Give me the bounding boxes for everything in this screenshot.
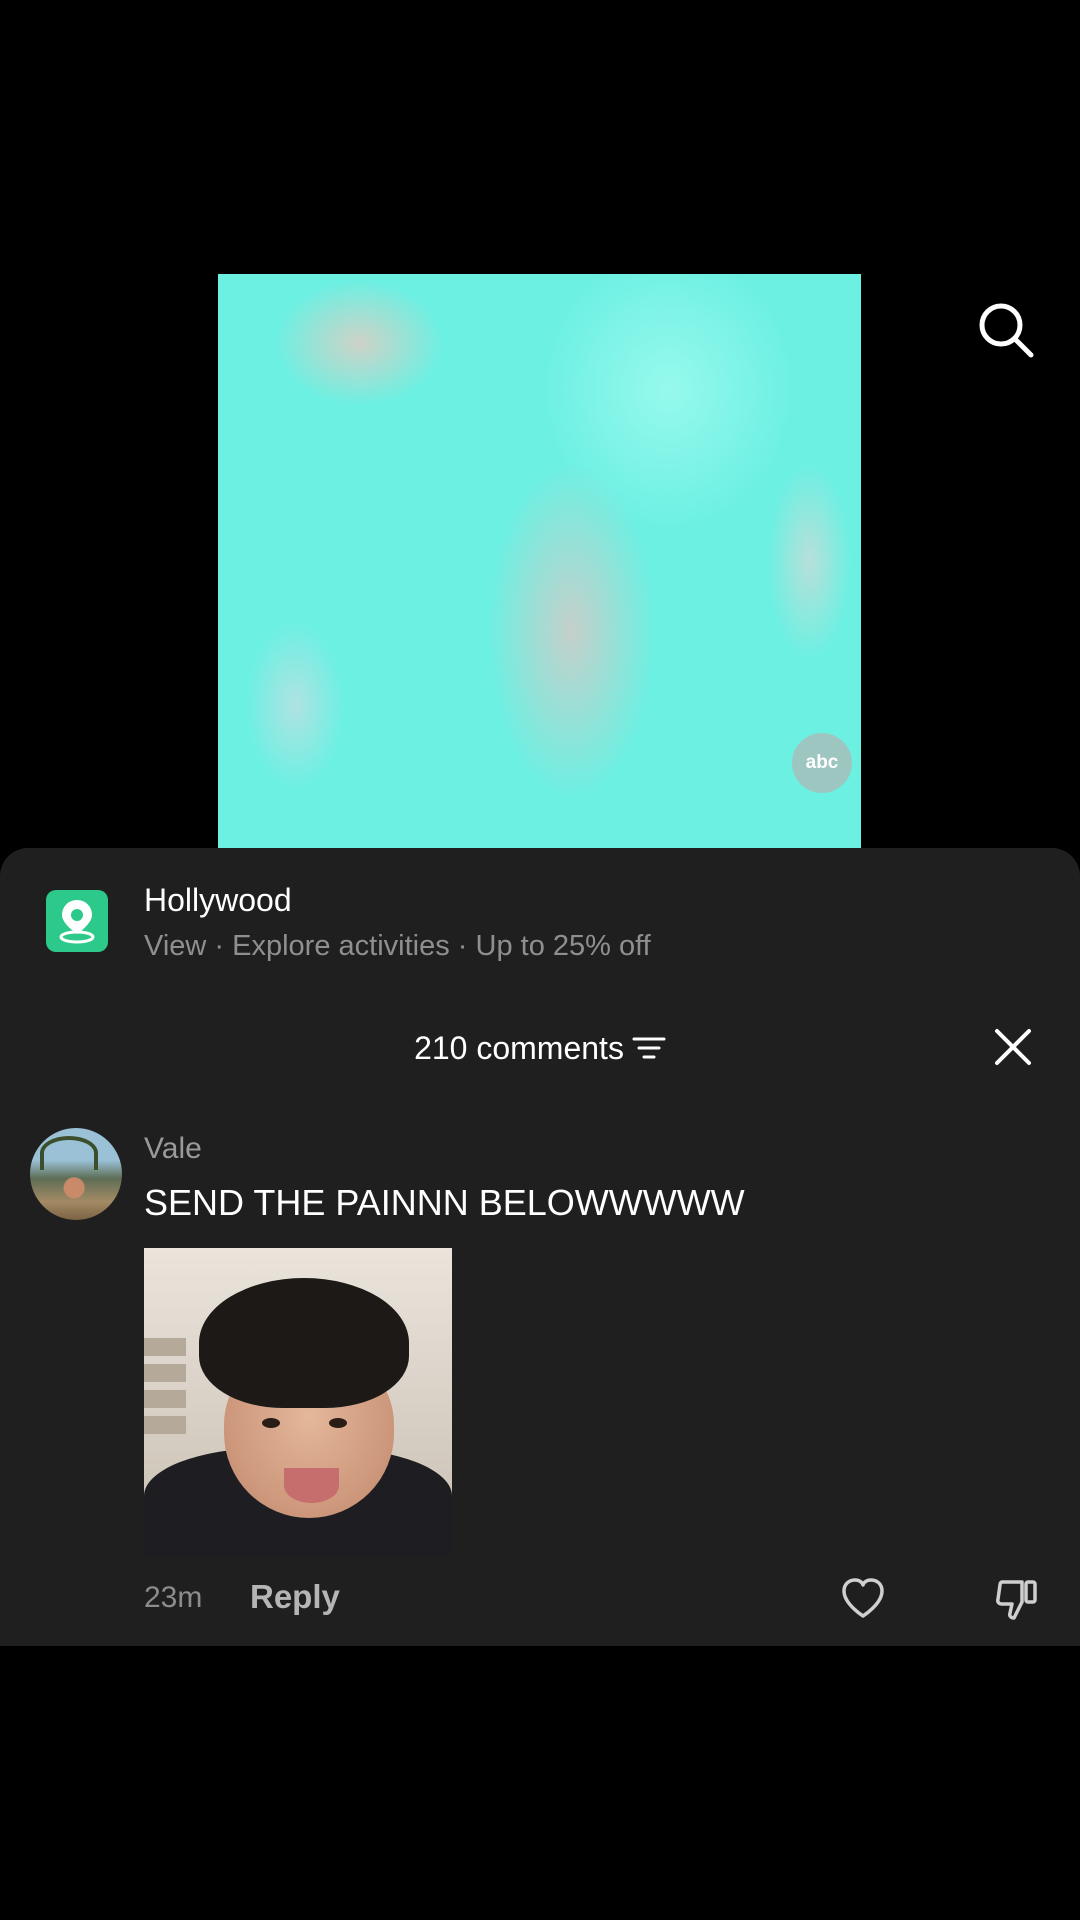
location-subtitle[interactable]: View · Explore activities · Up to 25% of… xyxy=(144,930,651,963)
like-button[interactable] xyxy=(840,1576,886,1622)
comment-timestamp: 23m xyxy=(144,1581,203,1614)
location-pin-icon[interactable] xyxy=(46,890,108,952)
search-icon xyxy=(979,303,1034,358)
search-button[interactable] xyxy=(976,300,1036,360)
location-discount-text: Up to 25% off xyxy=(475,930,651,962)
separator: · xyxy=(214,930,225,962)
video-player[interactable]: abc xyxy=(218,274,861,849)
close-icon xyxy=(995,1029,1031,1065)
comments-header: 210 comments xyxy=(0,1023,1080,1073)
reply-button[interactable]: Reply xyxy=(250,1578,340,1616)
comments-count: 210 comments xyxy=(414,1029,624,1066)
network-watermark: abc xyxy=(792,733,852,793)
separator: · xyxy=(457,930,468,962)
location-title[interactable]: Hollywood xyxy=(144,882,292,919)
comments-sheet: Hollywood View · Explore activities · Up… xyxy=(0,848,1080,1646)
avatar[interactable] xyxy=(30,1128,122,1220)
comment-image[interactable] xyxy=(144,1248,452,1556)
comment-username[interactable]: Vale xyxy=(144,1132,202,1166)
dislike-button[interactable] xyxy=(994,1576,1040,1622)
comment-text: SEND THE PAINNN BELOWWWWW xyxy=(144,1182,745,1223)
location-explore-text: Explore activities xyxy=(232,930,450,962)
location-view-link[interactable]: View xyxy=(144,930,206,962)
close-comments-button[interactable] xyxy=(993,1027,1033,1067)
heart-icon xyxy=(842,1578,884,1618)
thumbs-down-icon xyxy=(996,1580,1037,1620)
sort-filter-icon[interactable] xyxy=(632,1035,666,1061)
